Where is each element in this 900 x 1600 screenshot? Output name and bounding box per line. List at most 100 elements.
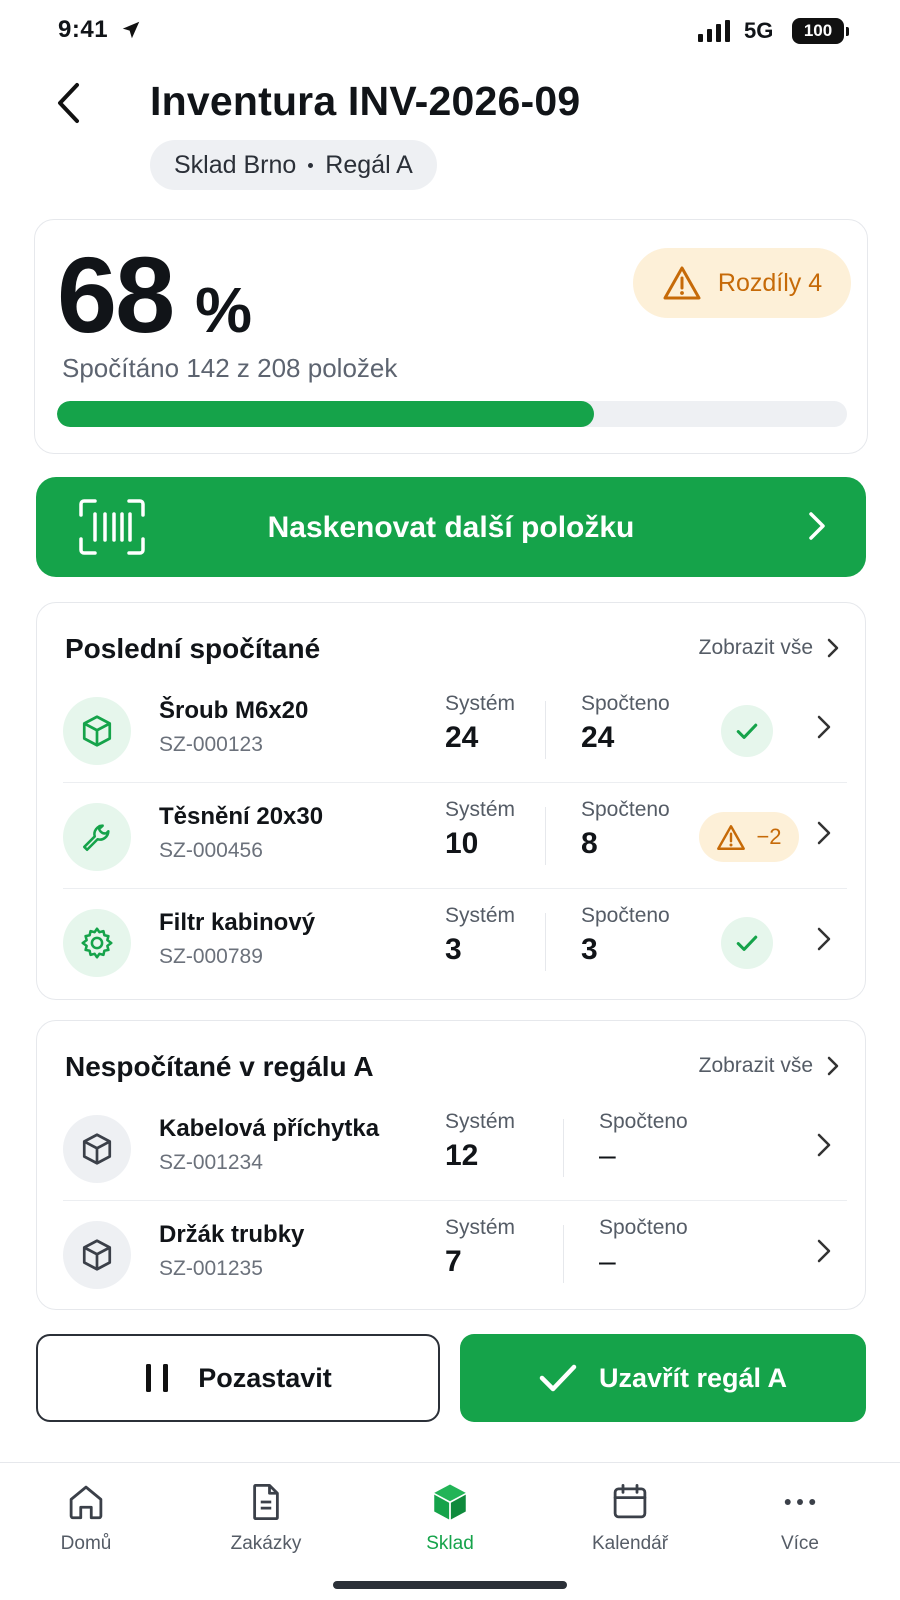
differences-label: Rozdíly 4 — [717, 268, 823, 297]
check-icon — [736, 935, 758, 951]
chevron-left-icon — [58, 83, 79, 123]
gear-icon — [63, 909, 131, 977]
progress-percent-sign: % — [195, 274, 253, 346]
shelf-name: Regál A — [325, 150, 413, 179]
column-divider — [563, 1225, 564, 1283]
recent-view-all-link[interactable]: Zobrazit vše — [699, 636, 839, 660]
status-ok-badge — [721, 705, 773, 757]
pause-button[interactable]: Pozastavit — [36, 1334, 440, 1422]
counted-value: – — [599, 1245, 616, 1278]
system-value: 24 — [445, 721, 479, 754]
counted-value: – — [599, 1139, 616, 1172]
wrench-icon — [63, 803, 131, 871]
check-icon — [539, 1364, 577, 1392]
chevron-right-icon — [817, 1239, 831, 1263]
system-value: 12 — [445, 1139, 479, 1172]
more-icon — [784, 1499, 816, 1505]
tab-bar: Domů Zakázky Sklad Kalendář Více — [0, 1462, 900, 1600]
list-item[interactable]: Šroub M6x20 SZ-000123 Systém 24 Spočteno… — [37, 677, 867, 783]
warning-icon — [663, 266, 701, 300]
back-button[interactable] — [48, 78, 88, 128]
tab-label: Zakázky — [230, 1533, 302, 1554]
item-name: Kabelová příchytka — [159, 1115, 380, 1142]
recent-counted-title: Poslední spočítané — [65, 633, 321, 664]
uncounted-card: Nespočítané v regálu A Zobrazit vše Kabe… — [36, 1020, 866, 1310]
item-code: SZ-001235 — [159, 1257, 263, 1280]
chevron-right-icon — [809, 512, 825, 540]
status-time: 9:41 — [58, 16, 109, 43]
system-label: Systém — [445, 1216, 516, 1239]
item-name: Filtr kabinový — [159, 909, 316, 936]
difference-badge: −2 — [699, 812, 799, 862]
list-item[interactable]: Držák trubky SZ-001235 Systém 7 Spočteno… — [37, 1201, 867, 1307]
item-name: Držák trubky — [159, 1221, 305, 1248]
chevron-right-icon — [817, 927, 831, 951]
item-code: SZ-001234 — [159, 1151, 263, 1174]
counted-label: Spočteno — [599, 1110, 688, 1133]
close-shelf-button[interactable]: Uzavřít regál A — [460, 1334, 866, 1422]
column-divider — [545, 913, 546, 971]
warehouse-name: Sklad Brno — [174, 150, 297, 179]
status-ok-badge — [721, 917, 773, 969]
close-shelf-button-label: Uzavřít regál A — [598, 1362, 788, 1393]
item-name: Těsnění 20x30 — [159, 803, 324, 830]
column-divider — [545, 807, 546, 865]
uncounted-view-all-link[interactable]: Zobrazit vše — [699, 1054, 839, 1078]
calendar-icon — [613, 1483, 647, 1519]
progress-bar — [57, 401, 847, 427]
network-type: 5G — [744, 18, 774, 43]
system-value: 10 — [445, 827, 479, 860]
box-icon — [63, 1115, 131, 1183]
tab-home[interactable]: Domů — [16, 1481, 156, 1555]
counted-value: 24 — [581, 721, 615, 754]
tab-warehouse[interactable]: Sklad — [380, 1481, 520, 1555]
tab-label: Kalendář — [591, 1533, 669, 1554]
scan-button-label: Naskenovat další položku — [267, 511, 635, 544]
location-arrow-icon — [120, 19, 142, 46]
item-code: SZ-000123 — [159, 733, 263, 756]
pause-icon — [146, 1364, 169, 1392]
view-all-label: Zobrazit vše — [698, 1054, 813, 1077]
list-item[interactable]: Kabelová příchytka SZ-001234 Systém 12 S… — [37, 1095, 867, 1201]
item-code: SZ-000789 — [159, 945, 263, 968]
column-divider — [563, 1119, 564, 1177]
progress-bar-fill — [57, 401, 595, 427]
tab-calendar[interactable]: Kalendář — [560, 1481, 700, 1555]
status-bar: 9:41 5G 100 — [0, 0, 900, 64]
column-divider — [545, 701, 546, 759]
warning-icon — [717, 824, 746, 850]
system-label: Systém — [445, 1110, 516, 1133]
system-value: 7 — [445, 1245, 462, 1278]
progress-card: 68 % Spočítáno 142 z 208 položek Rozdíly… — [34, 219, 868, 454]
system-value: 3 — [445, 933, 462, 966]
system-label: Systém — [445, 692, 516, 715]
list-item[interactable]: Filtr kabinový SZ-000789 Systém 3 Spočte… — [37, 889, 867, 995]
counted-summary: Spočítáno 142 z 208 položek — [62, 353, 398, 383]
tab-label: Sklad — [426, 1533, 474, 1554]
battery-icon: 100 — [792, 18, 849, 44]
separator-dot — [308, 162, 314, 168]
signal-icon — [698, 20, 732, 47]
chevron-right-icon — [827, 1056, 839, 1076]
list-item[interactable]: Těsnění 20x30 SZ-000456 Systém 10 Spočte… — [37, 783, 867, 889]
view-all-label: Zobrazit vše — [698, 636, 813, 659]
uncounted-title: Nespočítané v regálu A — [65, 1051, 374, 1082]
chevron-right-icon — [817, 1133, 831, 1157]
home-icon — [69, 1485, 103, 1520]
progress-percent-value: 68 — [57, 234, 175, 355]
recent-counted-card: Poslední spočítané Zobrazit vše Šroub M6… — [36, 602, 866, 1000]
counted-label: Spočteno — [581, 904, 670, 927]
chevron-right-icon — [817, 821, 831, 845]
system-label: Systém — [445, 798, 516, 821]
tab-label: Více — [780, 1533, 820, 1554]
document-icon — [253, 1483, 279, 1521]
tab-more[interactable]: Více — [730, 1481, 870, 1555]
system-label: Systém — [445, 904, 516, 927]
scan-next-item-button[interactable]: Naskenovat další položku — [36, 477, 866, 577]
home-indicator — [333, 1581, 567, 1589]
tab-orders[interactable]: Zakázky — [196, 1481, 336, 1555]
chevron-right-icon — [817, 715, 831, 739]
differences-badge[interactable]: Rozdíly 4 — [633, 248, 851, 318]
location-pill: Sklad Brno Regál A — [150, 140, 437, 190]
counted-label: Spočteno — [581, 692, 670, 715]
